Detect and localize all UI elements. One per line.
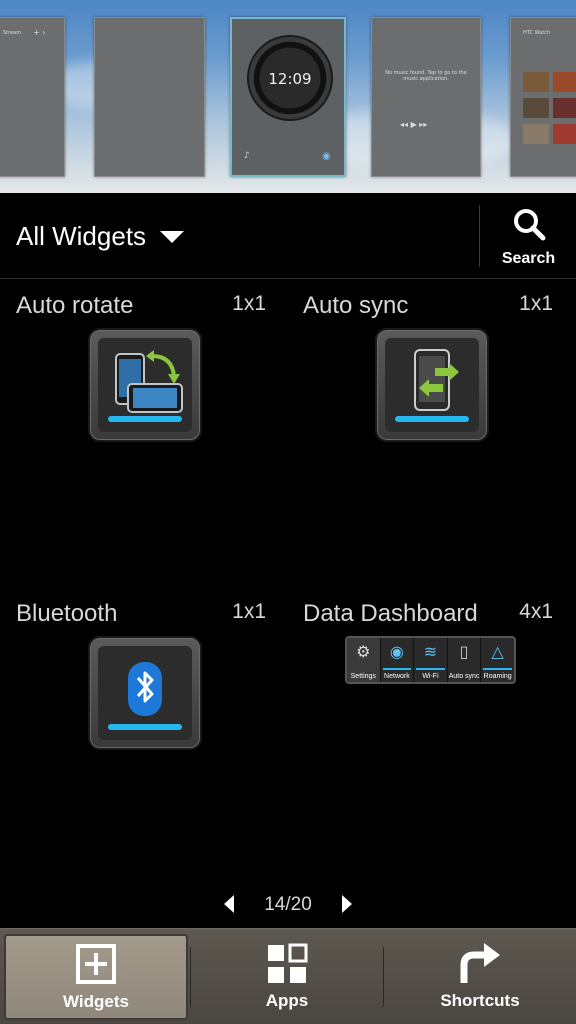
thumbnail xyxy=(553,124,576,144)
widget-size: 1x1 xyxy=(232,292,266,315)
thumbnail xyxy=(553,72,576,92)
widget-name: Auto rotate xyxy=(16,292,134,319)
divider xyxy=(479,205,480,267)
add-widget-icon xyxy=(76,944,116,984)
home-panel-5[interactable]: HTC Watch xyxy=(510,17,576,177)
dashboard-cell-label: Settings xyxy=(350,673,376,680)
tab-label: Shortcuts xyxy=(440,991,520,1010)
auto-rotate-icon[interactable] xyxy=(90,330,200,440)
bluetooth-icon[interactable] xyxy=(90,638,200,748)
home-screen-preview-strip[interactable]: Stream + › 12:09 ♪ ◉ No music found. Tap… xyxy=(0,0,576,193)
sync-icon: ▯ xyxy=(459,642,469,661)
widget-name: Auto sync xyxy=(303,292,409,319)
thumbnail xyxy=(523,124,549,144)
search-button[interactable]: Search xyxy=(481,193,576,279)
dashboard-cell-settings: ⚙ Settings xyxy=(347,638,381,682)
caret-down-icon xyxy=(160,230,185,243)
globe-icon: ◉ xyxy=(389,642,404,661)
dashboard-cell-label: Network xyxy=(384,673,410,680)
home-panel-1[interactable]: Stream + › xyxy=(0,17,65,177)
dashboard-cell-wifi: ≋ Wi-Fi xyxy=(414,638,448,682)
search-icon xyxy=(514,209,546,241)
thumbnail xyxy=(553,98,576,118)
dashboard-cell-label: Roaming xyxy=(483,673,512,680)
clock-time: 12:09 xyxy=(268,70,312,88)
globe-icon: ◉ xyxy=(322,151,331,162)
accent-bar xyxy=(395,416,469,422)
roaming-icon: △ xyxy=(491,642,504,661)
accent-bar xyxy=(382,668,412,670)
category-dropdown[interactable]: All Widgets xyxy=(16,221,185,252)
tab-widgets[interactable]: Widgets xyxy=(4,934,188,1020)
accent-bar xyxy=(483,668,512,670)
panel-label: HTC Watch xyxy=(523,30,551,36)
data-dashboard-preview[interactable]: ⚙ Settings ◉ Network ≋ Wi-Fi ▯ Auto sync… xyxy=(345,636,516,684)
widget-auto-rotate[interactable]: Auto rotate 1x1 xyxy=(16,292,284,592)
accent-bar xyxy=(108,724,182,730)
page-number: 14/20 xyxy=(264,894,312,915)
panel-label: Stream xyxy=(3,30,22,36)
accent-bar xyxy=(108,416,182,422)
dashboard-cell-auto-sync: ▯ Auto sync xyxy=(448,638,482,682)
apps-grid-icon xyxy=(268,943,308,983)
home-panel-2[interactable] xyxy=(94,17,205,177)
gear-icon: ⚙ xyxy=(356,642,371,661)
dashboard-cell-label: Wi-Fi xyxy=(422,673,439,680)
widget-size: 4x1 xyxy=(519,600,553,623)
auto-sync-icon[interactable] xyxy=(377,330,487,440)
tab-label: Apps xyxy=(265,991,309,1010)
widget-data-dashboard[interactable]: Data Dashboard 4x1 ⚙ Settings ◉ Network … xyxy=(303,600,571,900)
home-panel-current[interactable]: 12:09 ♪ ◉ xyxy=(230,17,346,177)
category-label: All Widgets xyxy=(16,221,147,251)
thumbnail xyxy=(523,72,549,92)
bottom-tab-bar: Widgets Apps Shortcuts xyxy=(0,928,576,1024)
tab-shortcuts[interactable]: Shortcuts xyxy=(384,929,576,1024)
dashboard-cell-label: Auto sync xyxy=(448,673,480,680)
panel-message: No music found. Tap to go to the music a… xyxy=(385,70,467,82)
widget-size: 1x1 xyxy=(232,600,266,623)
widget-name: Data Dashboard xyxy=(303,600,478,627)
tab-apps[interactable]: Apps xyxy=(192,929,382,1024)
wifi-icon: ≋ xyxy=(423,642,438,661)
tab-label: Widgets xyxy=(63,992,129,1011)
shortcut-arrow-icon xyxy=(460,943,500,983)
plus-icon: + › xyxy=(33,28,46,37)
page-indicator: 14/20 xyxy=(0,889,576,919)
widget-size: 1x1 xyxy=(519,292,553,315)
widget-header: All Widgets Search xyxy=(0,193,576,279)
widget-name: Bluetooth xyxy=(16,600,118,627)
media-controls: ◂◂ ▶ ▸▸ xyxy=(400,120,428,129)
clock-widget: 12:09 xyxy=(247,35,333,121)
thumbnail xyxy=(523,98,549,118)
next-page-icon[interactable] xyxy=(342,895,352,913)
home-panel-4[interactable]: No music found. Tap to go to the music a… xyxy=(371,17,481,177)
divider xyxy=(190,947,191,1007)
previous-page-icon[interactable] xyxy=(224,895,234,913)
widget-bluetooth[interactable]: Bluetooth 1x1 xyxy=(16,600,284,900)
widget-auto-sync[interactable]: Auto sync 1x1 xyxy=(303,292,571,592)
music-icon: ♪ xyxy=(244,151,250,161)
dashboard-cell-network: ◉ Network xyxy=(381,638,415,682)
accent-bar xyxy=(416,668,445,670)
search-label: Search xyxy=(501,250,556,267)
dashboard-cell-roaming: △ Roaming xyxy=(481,638,514,682)
